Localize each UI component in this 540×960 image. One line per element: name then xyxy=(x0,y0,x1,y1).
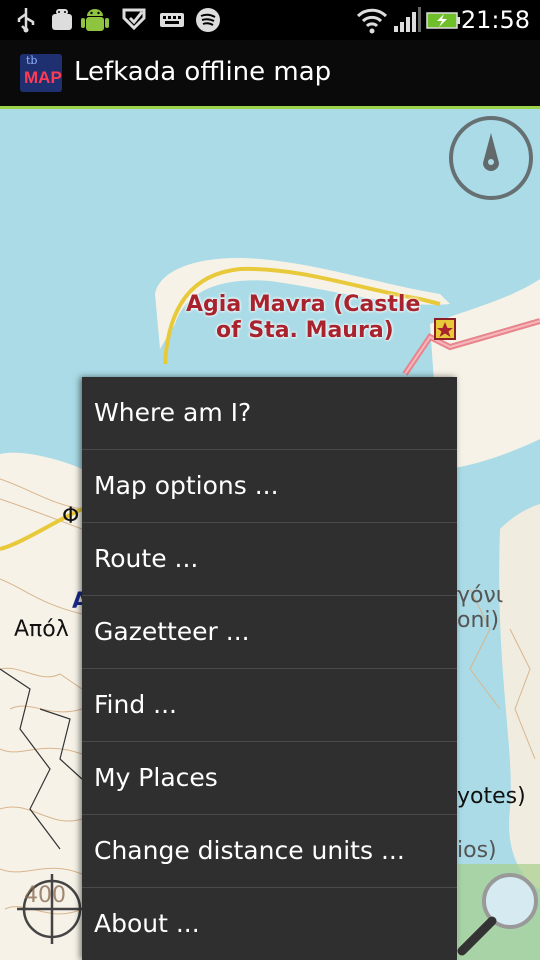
menu-item-gazetteer[interactable]: Gazetteer ... xyxy=(82,596,457,669)
status-bar: 21:58 xyxy=(0,0,540,40)
menu-item-find[interactable]: Find ... xyxy=(82,669,457,742)
usb-icon xyxy=(14,6,38,42)
battery-charging-icon xyxy=(426,6,462,42)
app-logo-text-bottom: MAP xyxy=(24,68,62,87)
app-logo-text-top: tb xyxy=(26,54,38,67)
wifi-icon xyxy=(356,6,388,42)
clock: 21:58 xyxy=(460,6,530,34)
menu-item-my-places[interactable]: My Places xyxy=(82,742,457,815)
keyboard-icon xyxy=(158,6,186,42)
compass-icon xyxy=(449,116,533,200)
map-label-right-3: yotes) xyxy=(457,784,526,809)
map-label-right-2: oni) xyxy=(457,608,500,633)
scale-label: 400 xyxy=(24,883,66,908)
menu-item-about[interactable]: About ... xyxy=(82,888,457,960)
menu-item-map-options[interactable]: Map options ... xyxy=(82,450,457,523)
signal-icon xyxy=(392,6,422,42)
map-label-left-3: Απόλ xyxy=(14,617,69,642)
spotify-icon xyxy=(194,6,222,42)
app-title: Lefkada offline map xyxy=(74,57,332,87)
android-debug-icon xyxy=(48,6,76,42)
map-label-right-4: ios) xyxy=(457,838,497,863)
app-logo-icon[interactable]: tb MAP xyxy=(20,54,62,92)
menu-item-where-am-i[interactable]: Where am I? xyxy=(82,377,457,450)
map-search-icon xyxy=(457,864,540,960)
options-menu: Where am I? Map options ... Route ... Ga… xyxy=(82,377,457,960)
tasks-icon xyxy=(120,6,148,42)
menu-item-change-distance-units[interactable]: Change distance units ... xyxy=(82,815,457,888)
android-robot-icon xyxy=(80,6,110,44)
menu-item-route[interactable]: Route ... xyxy=(82,523,457,596)
map-label-left-1: Φ xyxy=(62,504,80,529)
map-label-right-1: γόνι xyxy=(457,583,504,608)
castle-label-line1: Agia Mavra (Castle xyxy=(186,292,421,317)
action-bar: tb MAP Lefkada offline map xyxy=(0,40,540,109)
castle-label-line2: of Sta. Maura) xyxy=(216,318,394,343)
